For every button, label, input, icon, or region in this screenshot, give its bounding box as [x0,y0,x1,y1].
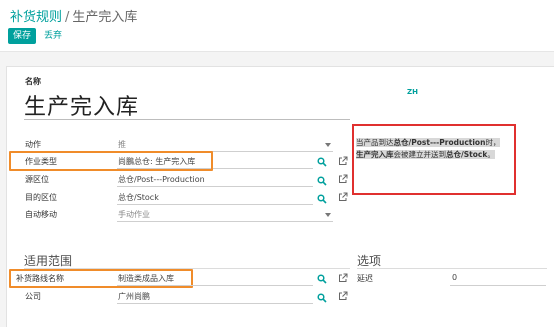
dest-location-input[interactable]: 总仓/Stock [118,192,159,203]
route-input[interactable]: 制造类成品入库 [118,273,174,284]
delay-label: 延迟 [357,274,373,283]
external-link-icon[interactable] [338,192,348,202]
name-underline [24,119,350,120]
scope-section-divider [24,268,350,269]
search-icon[interactable] [317,274,327,284]
search-icon[interactable] [317,176,327,186]
action-select[interactable]: 推 [118,139,126,150]
company-input[interactable]: 广州尚鹏 [118,291,150,302]
search-icon[interactable] [317,194,327,204]
auto-move-label: 自动移动 [25,210,57,219]
name-input[interactable]: 生产完入库 [24,89,139,121]
scope-section-title: 适用范围 [24,254,73,268]
company-label: 公司 [25,292,41,301]
source-location-underline [117,186,313,187]
language-button[interactable]: ZH [407,88,418,96]
breadcrumb-separator: / [65,10,70,25]
save-button[interactable]: 保存 [8,28,36,44]
external-link-icon[interactable] [338,156,348,166]
external-link-icon[interactable] [338,291,348,301]
auto-move-underline [117,221,333,222]
company-underline [117,303,313,304]
tip-highlight-box [352,124,516,195]
external-link-icon[interactable] [338,273,348,283]
source-location-input[interactable]: 总仓/Post---Production [118,174,205,185]
external-link-icon[interactable] [338,174,348,184]
breadcrumb-parent-link[interactable]: 补货规则 [10,10,62,25]
dest-location-label: 目的区位 [25,193,57,202]
options-section-divider [357,268,547,269]
delay-input[interactable]: 0 [452,273,457,282]
options-section-title: 选项 [357,254,382,268]
operation-type-highlight [9,151,213,171]
route-underline [117,285,313,286]
route-label: 补货路线名称 [16,274,64,283]
chevron-down-icon [325,213,331,217]
breadcrumb-current: 生产完入库 [72,10,138,25]
breadcrumb: 补货规则 / 生产完入库 [10,6,137,25]
delay-underline [450,285,546,286]
action-label: 动作 [25,140,41,149]
dest-location-underline [117,204,313,205]
discard-button[interactable]: 丢弃 [44,28,62,44]
source-location-label: 源区位 [25,175,49,184]
control-panel: 补货规则 / 生产完入库 保存 丢弃 [0,0,554,52]
name-label: 名称 [25,77,41,86]
search-icon[interactable] [317,157,327,167]
chevron-down-icon [325,143,331,147]
search-icon[interactable] [317,293,327,303]
auto-move-select[interactable]: 手动作业 [118,209,150,220]
